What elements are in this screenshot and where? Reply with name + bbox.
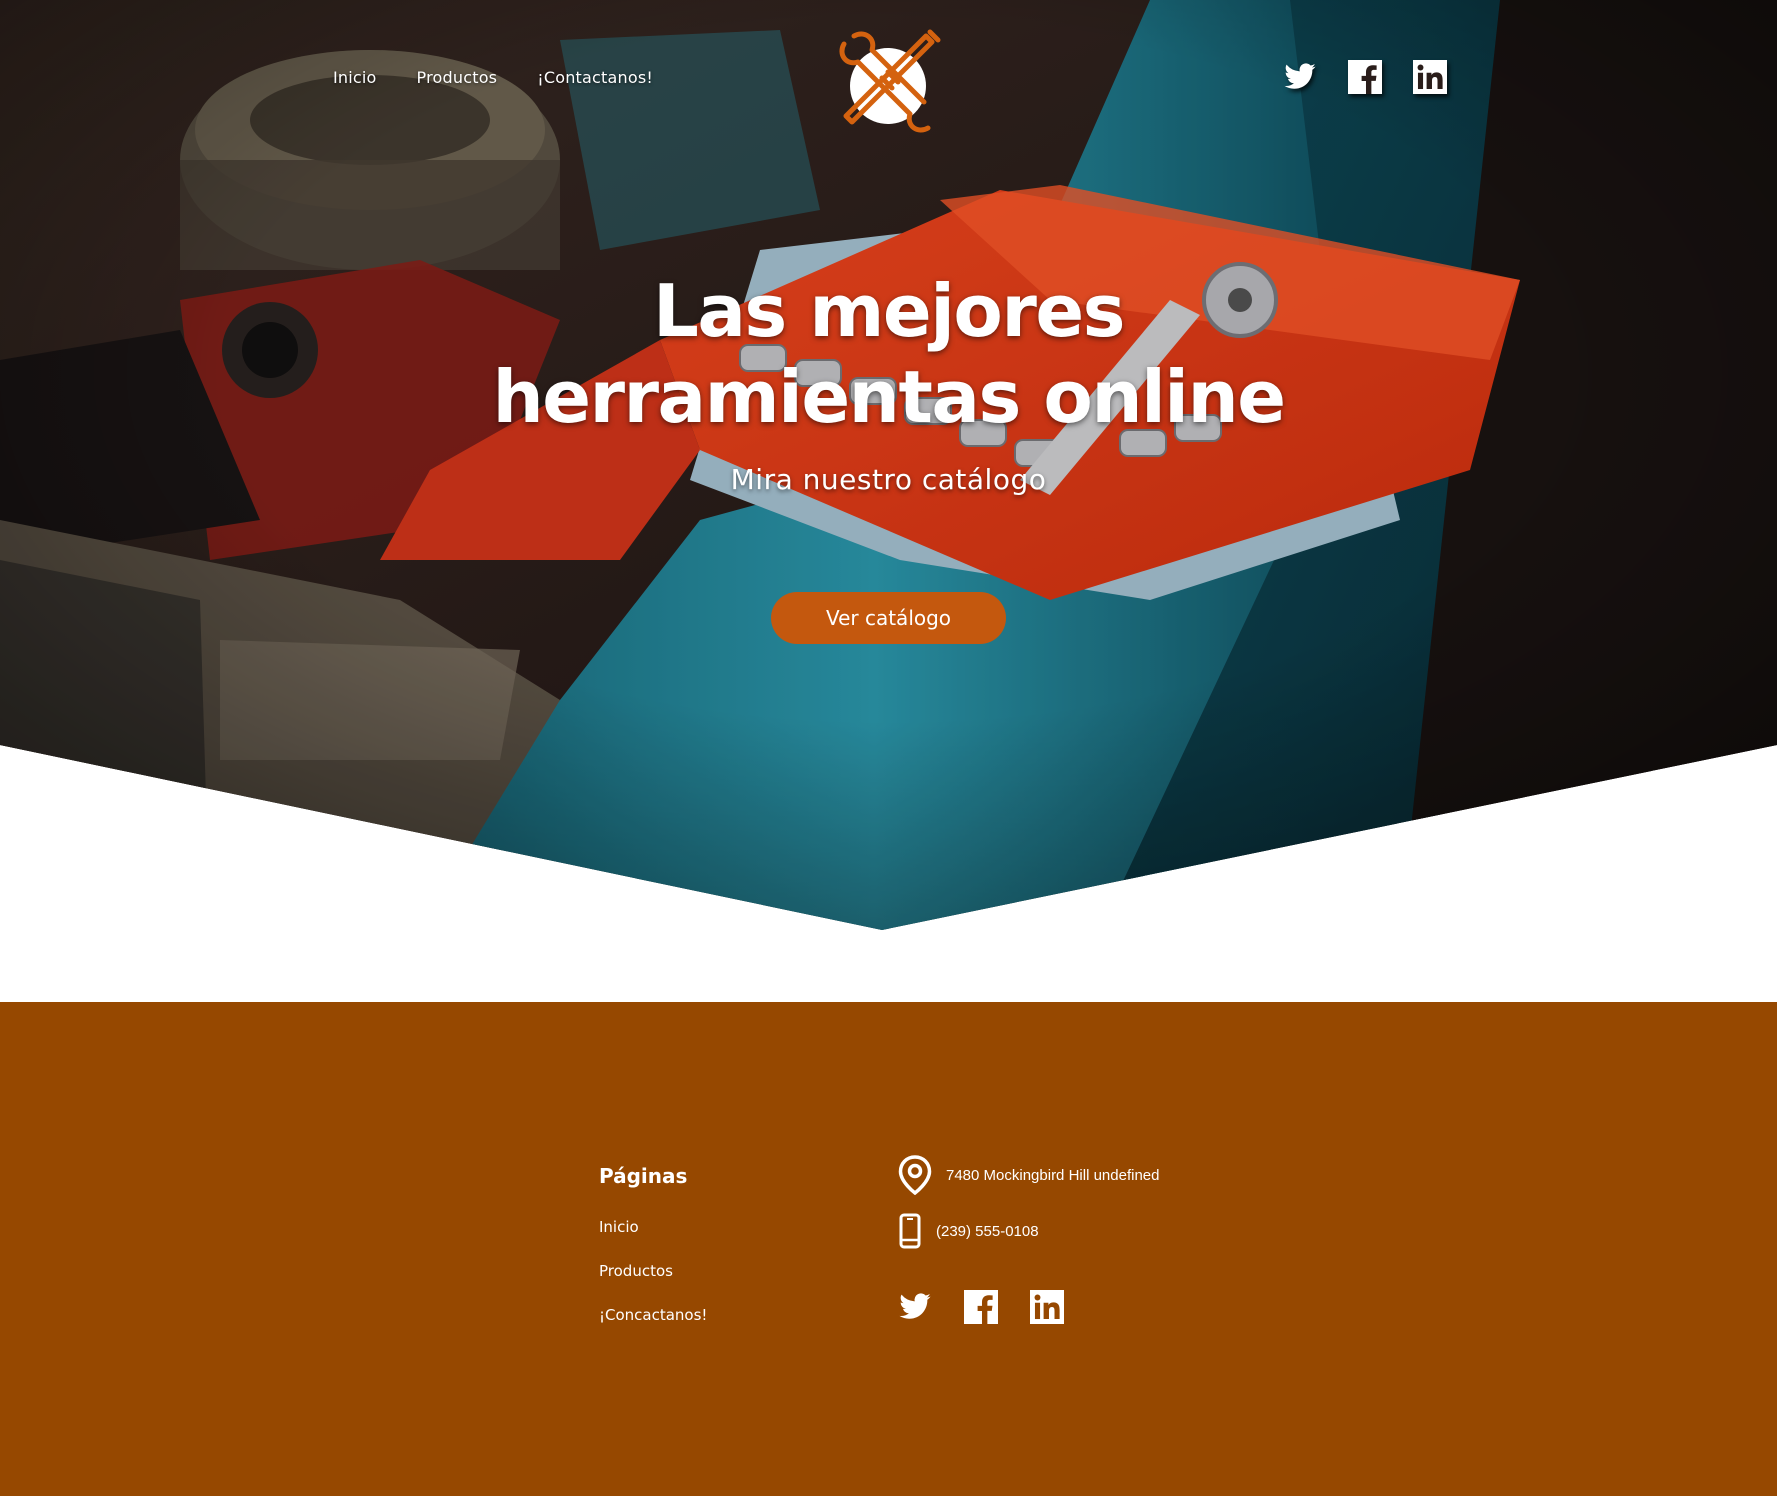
- footer-phone-text[interactable]: (239) 555-0108: [936, 1223, 1039, 1240]
- footer-link-contactanos[interactable]: ¡Concactanos!: [599, 1306, 707, 1324]
- linkedin-icon[interactable]: [1413, 60, 1447, 94]
- nav-link-productos[interactable]: Productos: [417, 68, 498, 87]
- footer-link-productos[interactable]: Productos: [599, 1262, 707, 1280]
- footer-address: 7480 Mockingbird Hill undefined: [898, 1154, 1159, 1196]
- hero-subtitle: Mira nuestro catálogo: [730, 463, 1047, 496]
- facebook-icon[interactable]: [1348, 60, 1382, 94]
- footer-pages-column: Páginas Inicio Productos ¡Concactanos!: [599, 1164, 707, 1350]
- map-pin-icon: [898, 1155, 932, 1195]
- footer-address-text: 7480 Mockingbird Hill undefined: [946, 1166, 1160, 1184]
- twitter-icon[interactable]: [1283, 60, 1317, 94]
- facebook-icon[interactable]: [964, 1290, 998, 1324]
- twitter-icon[interactable]: [898, 1290, 932, 1324]
- wrench-screwdriver-logo-icon[interactable]: [830, 22, 946, 138]
- footer-link-inicio[interactable]: Inicio: [599, 1218, 707, 1236]
- hero-headline: Las mejores herramientas online: [0, 268, 1777, 440]
- view-catalog-button[interactable]: Ver catálogo: [771, 592, 1006, 644]
- nav-link-inicio[interactable]: Inicio: [333, 68, 377, 87]
- footer-contact-column: 7480 Mockingbird Hill undefined (239) 55…: [898, 1154, 1159, 1250]
- site-footer: Páginas Inicio Productos ¡Concactanos! 7…: [0, 1002, 1777, 1496]
- linkedin-icon[interactable]: [1030, 1290, 1064, 1324]
- social-links-footer: [898, 1290, 1064, 1324]
- footer-phone: (239) 555-0108: [898, 1212, 1159, 1250]
- smartphone-icon: [899, 1213, 921, 1249]
- main-nav: Inicio Productos ¡Contactanos!: [333, 68, 693, 87]
- hero-headline-line1: Las mejores: [652, 269, 1126, 353]
- nav-link-contactanos[interactable]: ¡Contactanos!: [537, 68, 653, 87]
- hero-headline-line2: herramientas online: [492, 355, 1286, 439]
- footer-pages-title: Páginas: [599, 1164, 688, 1188]
- hero-section: Inicio Productos ¡Contactanos! Las mejor…: [0, 0, 1777, 930]
- social-links-header: [1283, 60, 1447, 94]
